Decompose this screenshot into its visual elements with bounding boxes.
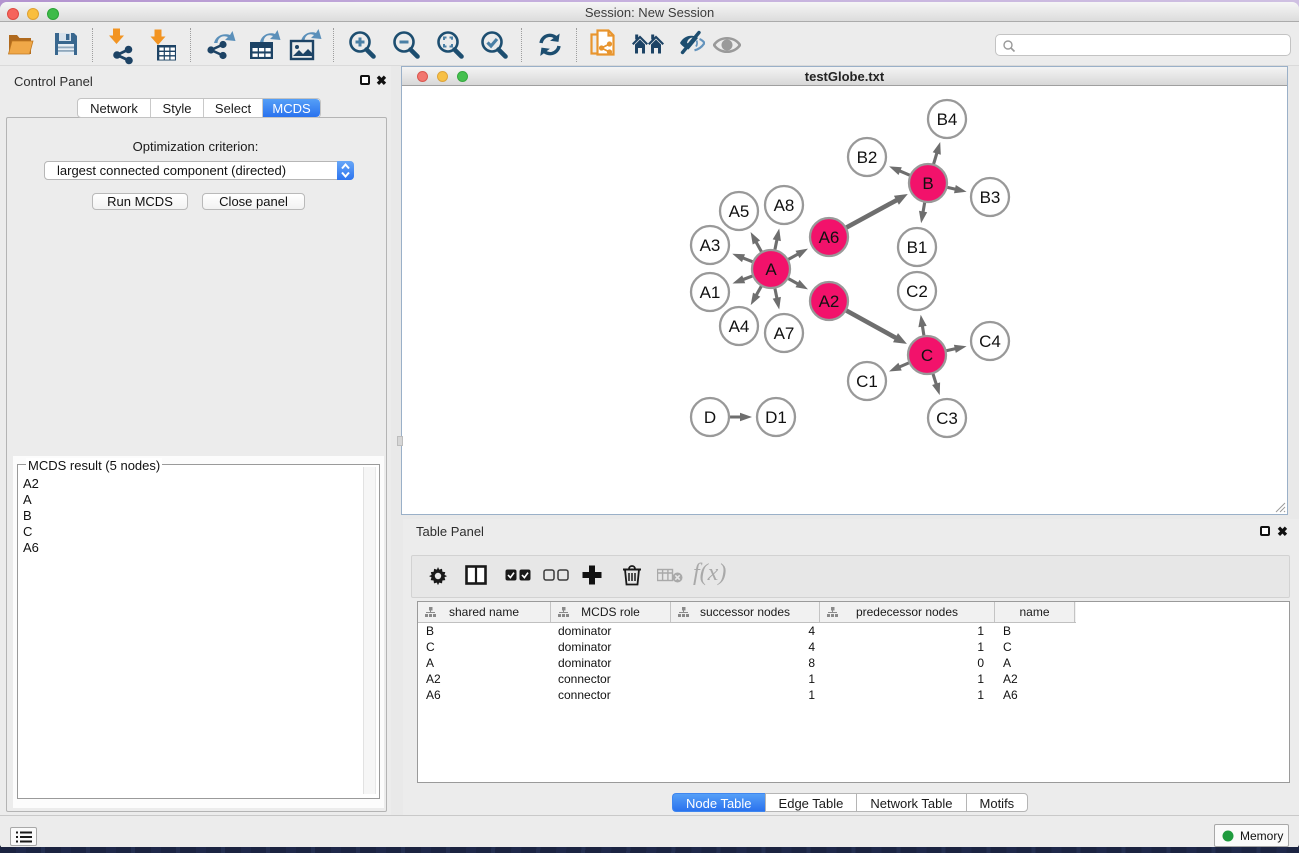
svg-text:C1: C1 [856, 372, 878, 391]
svg-text:C4: C4 [979, 332, 1001, 351]
svg-text:C: C [921, 346, 933, 365]
svg-text:C2: C2 [906, 282, 928, 301]
svg-text:B3: B3 [980, 188, 1001, 207]
svg-text:A5: A5 [729, 202, 750, 221]
svg-text:D1: D1 [765, 408, 787, 427]
svg-text:A8: A8 [774, 196, 795, 215]
svg-text:A7: A7 [774, 324, 795, 343]
svg-text:B4: B4 [937, 110, 958, 129]
svg-text:B2: B2 [857, 148, 878, 167]
svg-text:A: A [765, 260, 777, 279]
svg-text:A2: A2 [819, 292, 840, 311]
svg-text:B1: B1 [907, 238, 928, 257]
svg-text:A3: A3 [700, 236, 721, 255]
svg-text:A4: A4 [729, 317, 750, 336]
svg-text:A6: A6 [819, 228, 840, 247]
svg-text:D: D [704, 408, 716, 427]
svg-text:A1: A1 [700, 283, 721, 302]
svg-text:B: B [922, 174, 933, 193]
svg-text:C3: C3 [936, 409, 958, 428]
